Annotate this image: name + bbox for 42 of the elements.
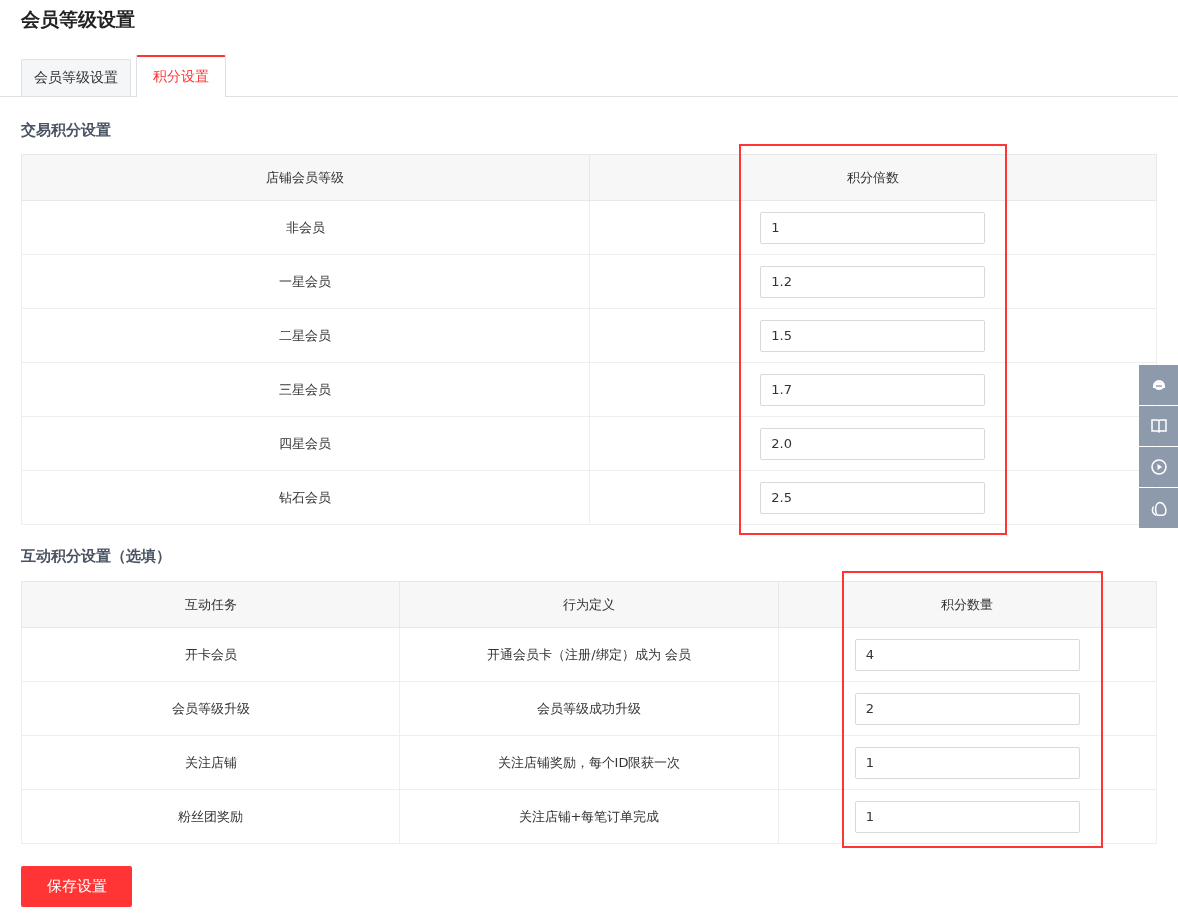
table-cell: 粉丝团奖励	[21, 789, 400, 844]
table-cell: 非会员	[21, 200, 589, 255]
column-header: 店铺会员等级	[21, 154, 589, 201]
input-field[interactable]: 4	[854, 638, 1080, 671]
book-icon	[1149, 417, 1168, 435]
input-field[interactable]: 1	[854, 800, 1080, 833]
input-field[interactable]: 1	[854, 746, 1080, 779]
table-cell: 钻石会员	[21, 470, 589, 525]
input-field[interactable]: 1	[760, 211, 986, 244]
table-cell: 会员等级升级	[21, 681, 400, 736]
table-cell: 会员等级成功升级	[399, 681, 779, 736]
chat-button[interactable]	[1139, 488, 1178, 528]
table-cell: 二星会员	[21, 308, 589, 363]
table-cell: 关注店铺	[21, 735, 400, 790]
chat-icon	[1150, 500, 1167, 516]
section-heading: 互动积分设置（选填）	[21, 546, 172, 567]
table-cell: 开通会员卡（注册/绑定）成为 会员	[399, 627, 779, 682]
table-cell: 关注店铺+每笔订单完成	[399, 789, 779, 844]
column-header: 行为定义	[399, 581, 779, 628]
table-cell: 关注店铺奖励，每个ID限获一次	[399, 735, 779, 790]
table-cell: 开卡会员	[21, 627, 400, 682]
input-field[interactable]: 1.5	[760, 319, 986, 352]
input-field[interactable]: 2	[854, 692, 1080, 725]
play-button[interactable]	[1139, 447, 1178, 487]
tab[interactable]: 积分设置	[136, 55, 226, 97]
play-icon	[1149, 458, 1168, 476]
column-header: 积分数量	[778, 581, 1157, 628]
input-field[interactable]: 2.0	[760, 427, 986, 460]
input-field[interactable]: 1.2	[760, 265, 986, 298]
input-field[interactable]: 1.7	[760, 373, 986, 406]
section-heading: 交易积分设置	[21, 120, 112, 141]
table-cell: 一星会员	[21, 254, 589, 309]
column-header: 积分倍数	[589, 154, 1157, 201]
tab[interactable]: 会员等级设置	[21, 59, 131, 96]
table-cell: 三星会员	[21, 362, 589, 417]
table-cell: 四星会员	[21, 416, 589, 471]
save-button[interactable]: 保存设置	[21, 866, 132, 907]
input-field[interactable]: 2.5	[760, 481, 986, 514]
book-button[interactable]	[1139, 406, 1178, 446]
page-title: 会员等级设置	[20, 7, 136, 32]
headset-button[interactable]	[1139, 365, 1178, 405]
column-header: 互动任务	[21, 581, 400, 628]
